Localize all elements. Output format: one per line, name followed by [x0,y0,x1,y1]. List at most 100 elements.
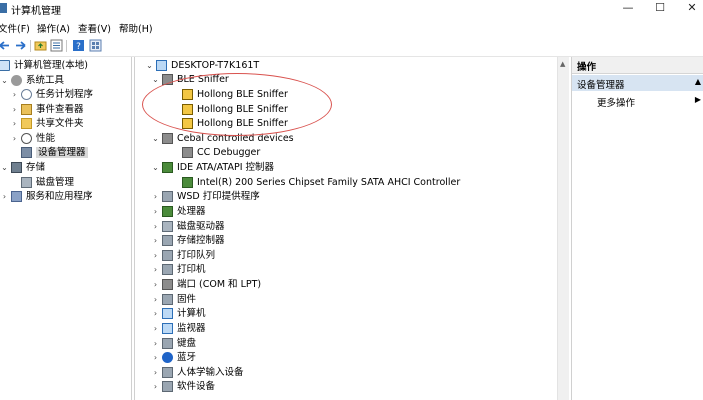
clock-icon [21,89,32,100]
storage-icon [11,162,22,173]
device-category-hid[interactable]: › 人体学输入设备 [151,366,244,380]
device-category-storage-controllers[interactable]: › 存储控制器 [151,234,225,248]
close-button[interactable]: ✕ [677,0,703,16]
maximize-button[interactable]: ☐ [645,0,675,16]
chevron-right-icon[interactable]: › [10,117,19,131]
device-category-wsd-print[interactable]: › WSD 打印提供程序 [151,190,260,204]
annotation-ellipse [142,73,332,136]
window-title: 计算机管理 [11,6,61,17]
chevron-right-icon[interactable]: › [151,278,160,292]
chevron-right-icon[interactable]: › [10,88,19,102]
services-icon [11,191,22,202]
submenu-arrow-icon[interactable]: ▶ [695,95,701,104]
chevron-right-icon[interactable]: › [10,103,19,117]
vertical-scrollbar[interactable]: ▲ [557,57,569,400]
hid-icon [162,367,173,378]
device-category-processors[interactable]: › 处理器 [151,205,206,219]
tree-item-performance[interactable]: › 性能 [10,132,55,146]
chevron-right-icon[interactable]: › [151,205,160,219]
device-root[interactable]: ⌄ DESKTOP-T7K161T [145,59,259,73]
device-category-keyboards[interactable]: › 键盘 [151,337,196,351]
device-category-ide-ata[interactable]: ⌄ IDE ATA/ATAPI 控制器 [151,161,274,175]
device-category-computer[interactable]: › 计算机 [151,307,206,321]
device-cc-debugger[interactable]: CC Debugger [171,146,260,160]
device-manager-icon [21,147,32,158]
menu-bar: 文件(F) 操作(A) 查看(V) 帮助(H) [0,19,703,35]
chevron-right-icon[interactable]: › [151,220,160,234]
chevron-right-icon[interactable]: › [151,337,160,351]
tree-item-services-and-applications[interactable]: › 服务和应用程序 [0,190,93,204]
chevron-right-icon[interactable]: › [151,366,160,380]
shared-folder-icon [21,118,32,129]
tree-item-storage[interactable]: ⌄ 存储 [0,161,45,175]
chevron-down-icon[interactable]: ⌄ [151,161,160,175]
device-intel-sata-controller[interactable]: Intel(R) 200 Series Chipset Family SATA … [171,176,460,190]
scroll-up-icon[interactable]: ▲ [560,60,565,68]
disk-drive-icon [162,221,173,232]
chevron-right-icon[interactable]: › [151,307,160,321]
device-category-printers[interactable]: › 打印机 [151,263,206,277]
chevron-right-icon[interactable]: › [151,380,160,394]
firmware-icon [162,294,173,305]
collapse-arrow-icon[interactable]: ▲ [695,77,701,86]
properties-icon[interactable] [50,39,63,52]
usb-device-icon [182,147,193,158]
printer-provider-icon [162,191,173,202]
device-category-ports[interactable]: › 端口 (COM 和 LPT) [151,278,261,292]
disk-icon [21,177,32,188]
more-actions-link[interactable]: 更多操作 [597,95,635,109]
tools-icon [11,75,22,86]
chevron-right-icon[interactable]: › [151,263,160,277]
chevron-right-icon[interactable]: › [151,249,160,263]
chevron-down-icon[interactable]: ⌄ [145,59,154,73]
device-category-bluetooth[interactable]: › 蓝牙 [151,351,196,365]
actions-section-device-manager[interactable]: 设备管理器 ▲ [572,75,703,91]
performance-icon [21,133,32,144]
chevron-right-icon[interactable]: › [151,293,160,307]
tree-item-computer-management[interactable]: 计算机管理(本地) [0,59,88,73]
help-icon[interactable]: ? [72,39,85,52]
minimize-button[interactable]: — [613,0,643,16]
usb-device-icon [162,133,173,144]
event-log-icon [21,104,32,115]
keyboard-icon [162,338,173,349]
chevron-down-icon[interactable]: ⌄ [151,132,160,146]
computer-icon [162,308,173,319]
menu-view[interactable]: 查看(V) [78,21,111,35]
device-category-monitors[interactable]: › 监视器 [151,322,206,336]
chevron-right-icon[interactable]: › [151,322,160,336]
tree-item-shared-folders[interactable]: › 共享文件夹 [10,117,84,131]
tree-item-event-viewer[interactable]: › 事件查看器 [10,103,84,117]
computer-management-app-icon [0,3,7,13]
tree-item-device-manager[interactable]: 设备管理器 [10,146,88,160]
tree-item-task-scheduler[interactable]: › 任务计划程序 [10,88,93,102]
processor-icon [162,206,173,217]
tree-item-disk-management[interactable]: 磁盘管理 [10,176,74,190]
menu-help[interactable]: 帮助(H) [119,21,153,35]
toolbar: ? [0,36,703,57]
chevron-right-icon[interactable]: › [10,132,19,146]
chevron-down-icon[interactable]: ⌄ [0,161,9,175]
printer-icon [162,264,173,275]
bluetooth-icon [162,352,173,363]
back-icon[interactable] [0,39,11,52]
device-category-print-queues[interactable]: › 打印队列 [151,249,215,263]
chevron-down-icon[interactable]: ⌄ [0,74,9,88]
menu-file[interactable]: 文件(F) [0,21,30,35]
chevron-down-icon[interactable]: ⌄ [151,73,160,87]
forward-icon[interactable] [14,39,27,52]
software-device-icon [162,381,173,392]
chevron-right-icon[interactable]: › [151,234,160,248]
device-category-software-devices[interactable]: › 软件设备 [151,380,215,394]
view-icon[interactable] [89,39,102,52]
chevron-right-icon[interactable]: › [151,190,160,204]
controller-icon [162,162,173,173]
device-category-firmware[interactable]: › 固件 [151,293,196,307]
chevron-right-icon[interactable]: › [0,190,9,204]
tree-item-system-tools[interactable]: ⌄ 系统工具 [0,74,64,88]
chevron-right-icon[interactable]: › [151,351,160,365]
controller-icon [182,177,193,188]
device-category-disk-drives[interactable]: › 磁盘驱动器 [151,220,225,234]
folder-up-icon[interactable] [34,39,47,52]
menu-action[interactable]: 操作(A) [37,21,70,35]
